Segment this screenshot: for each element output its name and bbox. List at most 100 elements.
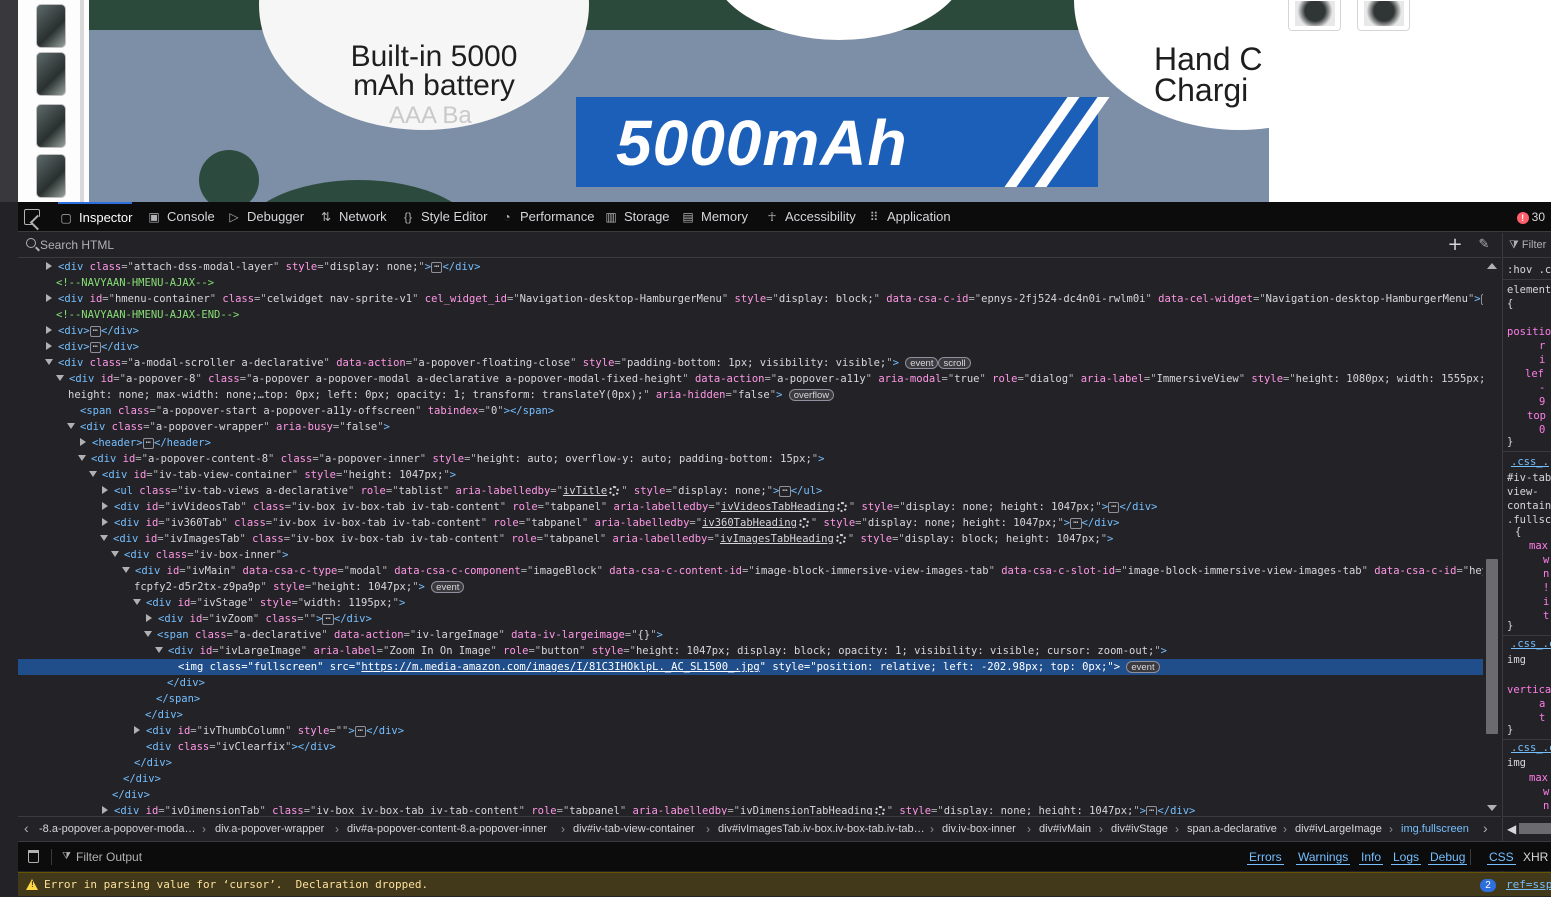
gear-icon[interactable] (609, 486, 620, 496)
tree-node[interactable]: <span class="a-declarative" data-action=… (18, 627, 1483, 643)
rule-source-link[interactable]: .css_.c (1511, 637, 1551, 651)
tab-performance[interactable]: ◔ Performance (499, 202, 594, 232)
collapsed-content[interactable]: ⋯ (89, 325, 102, 337)
collapse-toggle[interactable] (155, 647, 163, 653)
collapse-toggle[interactable] (100, 535, 108, 541)
xhr-filter-button[interactable]: XHR (1521, 842, 1550, 872)
tree-node[interactable]: <div class="ivClearfix"></div> (18, 739, 1483, 755)
tree-close-tag[interactable]: </span> (18, 691, 1483, 707)
rules-horizontal-scrollbar[interactable]: ◀ (1502, 816, 1551, 840)
expand-toggle[interactable] (46, 326, 52, 334)
attr-id-ref[interactable]: iv360TabHeading (702, 517, 797, 529)
expand-toggle[interactable] (146, 614, 152, 622)
tab-application[interactable]: ⠿ Application (866, 202, 951, 232)
tree-node[interactable]: <div id="ivStage" style="width: 1195px;"… (18, 595, 1483, 611)
collapse-toggle[interactable] (122, 567, 130, 573)
attr-id-ref[interactable]: ivDimensionTabHeading (740, 805, 873, 815)
tree-node[interactable]: <span class="a-popover-start a-popover-a… (18, 403, 1483, 419)
scroll-left-arrow-icon[interactable]: ◀ (1507, 823, 1516, 835)
element-picker-icon[interactable] (24, 209, 40, 225)
side-thumbnail[interactable] (1288, 0, 1341, 31)
attr-id-ref[interactable]: ivImagesTabHeading (720, 533, 834, 545)
collapsed-content[interactable]: ⋯ (1070, 517, 1082, 529)
console-warning-message[interactable]: Error in parsing value for ‘cursor’. Dec… (18, 872, 1551, 896)
trash-icon[interactable] (28, 850, 39, 863)
tree-node[interactable]: <div class="iv-box-inner"> (18, 547, 1483, 563)
collapsed-content[interactable]: ⋯ (322, 613, 334, 625)
tree-node[interactable]: <div class="a-modal-scroller a-declarati… (18, 355, 1483, 371)
gear-icon[interactable] (836, 502, 847, 512)
tab-accessibility[interactable]: ☥ Accessibility (764, 202, 856, 232)
breadcrumb-item[interactable]: div#ivLargeImage (1295, 817, 1382, 840)
tree-node[interactable]: <div id="hmenu-container" class="celwidg… (18, 291, 1483, 307)
side-thumbnail[interactable] (1357, 0, 1410, 31)
tree-node[interactable]: <ul class="iv-tab-views a-declarative" r… (18, 483, 1483, 499)
collapsed-content[interactable]: ⋯ (89, 341, 102, 353)
tab-console[interactable]: ▣ Console (146, 202, 214, 232)
filter-output-input[interactable] (76, 847, 476, 867)
expand-toggle[interactable] (46, 294, 52, 302)
tree-close-tag[interactable]: </div> (18, 771, 1483, 787)
breadcrumb-item[interactable]: div#a-popover-content-8.a-popover-inner (347, 817, 547, 840)
collapse-toggle[interactable] (78, 455, 86, 461)
tree-comment[interactable]: <!--NAVYAAN-HMENU-AJAX--> (18, 275, 1483, 291)
tab-style-editor[interactable]: {} Style Editor (400, 202, 488, 232)
collapsed-content[interactable]: ⋯ (779, 485, 791, 497)
eyedropper-icon[interactable]: ✎ (1476, 237, 1492, 253)
collapse-toggle[interactable] (111, 551, 119, 557)
collapse-toggle[interactable] (67, 423, 75, 429)
tree-node[interactable]: <div id="ivZoom" class=""> ⋯ </div> (18, 611, 1483, 627)
collapse-toggle[interactable] (89, 471, 97, 477)
tree-node[interactable]: <div id="ivDimensionTab" class="iv-box i… (18, 803, 1483, 815)
tree-node-continuation[interactable]: height: none; max-width: none;…top: 0px;… (18, 387, 1483, 403)
scrollbar-thumb[interactable] (1519, 823, 1551, 834)
breadcrumb-left-arrow-icon[interactable]: ‹ (24, 817, 29, 840)
collapsed-content[interactable]: ⋯ (354, 725, 367, 737)
collapsed-content[interactable]: ⋯ (431, 261, 443, 273)
breadcrumb-item[interactable]: -8.a-popover.a-popover-moda… (39, 817, 196, 840)
gear-icon[interactable] (874, 806, 885, 815)
breadcrumb-item[interactable]: div#ivStage (1111, 817, 1168, 840)
expand-toggle[interactable] (46, 262, 52, 270)
collapse-toggle[interactable] (133, 599, 141, 605)
event-badge[interactable]: event (905, 357, 939, 369)
event-badge[interactable]: event (431, 581, 465, 593)
tree-node-continuation[interactable]: fcpfy2-d5r2tx-z9pa9p" style="height: 104… (18, 579, 1483, 595)
scrollbar-thumb[interactable] (1486, 559, 1498, 734)
tree-node[interactable]: <div id="a-popover-8" class="a-popover a… (18, 371, 1483, 387)
collapsed-content[interactable]: ⋯ (142, 437, 154, 449)
tab-network[interactable]: ⇅ Network (318, 202, 387, 232)
tree-close-tag[interactable]: </div> (18, 675, 1483, 691)
overflow-badge[interactable]: overflow (788, 389, 835, 401)
tree-node[interactable]: <div class="attach-dss-modal-layer" styl… (18, 259, 1483, 275)
thumbnail-image[interactable] (36, 104, 66, 148)
gear-icon[interactable] (835, 534, 846, 544)
breadcrumb-item[interactable]: div#ivMain (1039, 817, 1091, 840)
expand-toggle[interactable] (134, 726, 140, 734)
error-counter[interactable]: ! 30 (1516, 202, 1545, 232)
tree-node[interactable]: <div id="ivVideosTab" class="iv-box iv-b… (18, 499, 1483, 515)
expand-toggle[interactable] (102, 486, 108, 494)
breadcrumb-item[interactable]: div#iv-tab-view-container (573, 817, 695, 840)
collapsed-content[interactable]: ⋯ (1146, 805, 1158, 815)
tree-node[interactable]: <div class="a-popover-wrapper" aria-busy… (18, 419, 1483, 435)
tree-close-tag[interactable]: </div> (18, 707, 1483, 723)
expand-toggle[interactable] (46, 342, 52, 350)
tab-storage[interactable]: ▥ Storage (603, 202, 669, 232)
collapse-toggle[interactable] (45, 359, 53, 365)
collapse-toggle[interactable] (56, 375, 64, 381)
tree-node-selected[interactable]: <img class="fullscreen" src="https://m.m… (18, 659, 1483, 675)
image-src-link[interactable]: https://m.media-amazon.com/images/I/81C3… (361, 661, 759, 673)
css-filter-button[interactable]: CSS (1487, 842, 1516, 872)
scroll-up-arrow-icon[interactable] (1487, 263, 1497, 269)
breadcrumb-item-current[interactable]: img.fullscreen (1401, 817, 1469, 840)
tab-inspector[interactable]: ▢ Inspector (58, 202, 133, 232)
tree-close-tag[interactable]: </div> (18, 755, 1483, 771)
rule-source-link[interactable]: .css_.c (1511, 741, 1551, 755)
tree-close-tag[interactable]: </div> (18, 787, 1483, 803)
rule-source-link[interactable]: .css_. (1511, 455, 1549, 469)
tree-node[interactable]: <header> ⋯ </header> (18, 435, 1483, 451)
source-link[interactable]: ref=ssp (1506, 873, 1551, 897)
debug-filter-button[interactable]: Debug (1428, 842, 1468, 872)
attr-id-ref[interactable]: ivVideosTabHeading (721, 501, 835, 513)
